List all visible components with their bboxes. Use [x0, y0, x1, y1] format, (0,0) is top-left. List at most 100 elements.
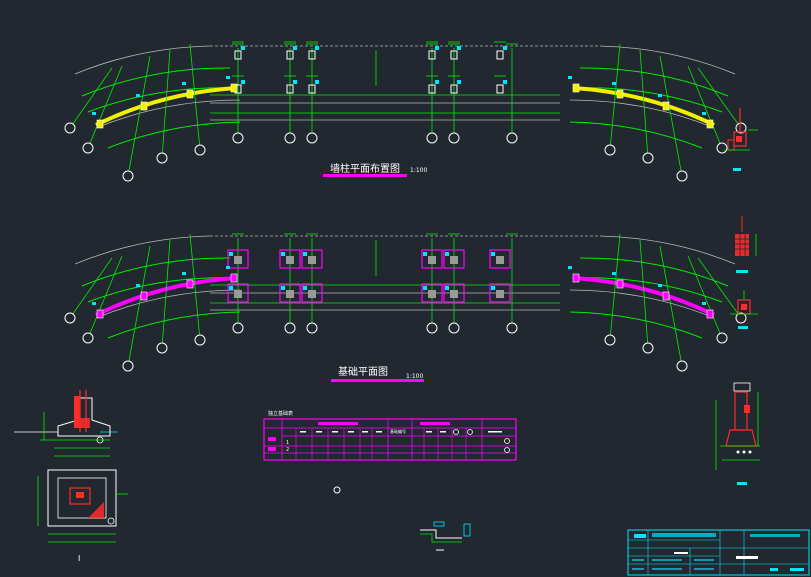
footing-column — [496, 290, 504, 298]
axis-bubble — [122, 360, 134, 372]
footing-tag — [491, 286, 495, 290]
axis-bubble — [82, 332, 94, 344]
axis-bubble — [676, 360, 688, 372]
table-header-code: 基础编号 — [390, 428, 406, 434]
axis-bubble — [506, 322, 518, 334]
axis-bubble — [676, 170, 688, 182]
wall-column — [96, 119, 104, 129]
axis-bubble — [716, 332, 728, 344]
table-row-label-1: 1 — [286, 440, 289, 446]
top-plan-title: 墙柱平面布置图 — [330, 162, 400, 175]
axis-bubble — [194, 334, 206, 346]
column-tag — [293, 80, 297, 84]
wall-column — [186, 89, 194, 99]
axis-bubble — [604, 334, 616, 346]
wall-column — [230, 273, 238, 283]
detail-mark-label: I — [78, 554, 80, 563]
wall-column-tag — [226, 76, 230, 79]
wall-column — [706, 119, 714, 129]
axis-bubble — [642, 342, 654, 354]
wall-column — [616, 279, 624, 289]
wall-column — [96, 309, 104, 319]
axis-bubble — [506, 132, 518, 144]
wall-column-tag — [568, 266, 572, 269]
footing-column — [234, 290, 242, 298]
wall-column-tag — [182, 272, 186, 275]
footing-tag — [445, 252, 449, 256]
column-tag — [435, 80, 439, 84]
footing-column — [450, 290, 458, 298]
axis-bubble — [64, 122, 76, 134]
axis-bubble — [156, 342, 168, 354]
wall-column-tag — [658, 284, 662, 287]
column-tag — [315, 46, 319, 50]
column-tag — [315, 80, 319, 84]
axis-bubble — [716, 142, 728, 154]
axis-bubble — [306, 322, 318, 334]
bottom-plan-scale: 1:100 — [406, 373, 423, 380]
wall-column-tag — [226, 266, 230, 269]
wall-column-tag — [612, 272, 616, 275]
footing-column — [450, 256, 458, 264]
footing-tag — [491, 252, 495, 256]
wall-column-tag — [702, 302, 706, 305]
footing-tag — [229, 252, 233, 256]
footing-column — [234, 256, 242, 264]
footing-tag — [445, 286, 449, 290]
wall-column — [230, 83, 238, 93]
footing-column — [428, 256, 436, 264]
wall-column — [706, 309, 714, 319]
wall-column — [572, 273, 580, 283]
footing-column — [286, 256, 294, 264]
wall-column — [140, 291, 148, 301]
wall-column — [662, 291, 670, 301]
column-tag — [293, 46, 297, 50]
axis-bubble — [448, 322, 460, 334]
axis-bubble — [642, 152, 654, 164]
wall-column-tag — [136, 284, 140, 287]
wall-column-tag — [568, 76, 572, 79]
wall-column-tag — [92, 112, 96, 115]
wall-column-tag — [612, 82, 616, 85]
footing-tag — [423, 252, 427, 256]
column-tag — [435, 46, 439, 50]
axis-bubble — [194, 144, 206, 156]
axis-bubble — [448, 132, 460, 144]
axis-bubble — [284, 322, 296, 334]
column-tag — [241, 80, 245, 84]
bottom-plan-title: 基础平面图 — [338, 365, 388, 378]
footing-tag — [423, 286, 427, 290]
top-plan-title-underline — [323, 174, 407, 177]
footing-tag — [303, 252, 307, 256]
column-tag — [457, 46, 461, 50]
footing-column — [428, 290, 436, 298]
column-tag — [241, 46, 245, 50]
table-title: 独立基础表 — [268, 410, 293, 417]
axis-bubble — [82, 142, 94, 154]
axis-bubble — [306, 132, 318, 144]
wall-column-tag — [702, 112, 706, 115]
footing-column — [286, 290, 294, 298]
table-row-label-2: 2 — [286, 447, 289, 453]
wall-column-tag — [182, 82, 186, 85]
axis-bubble — [64, 312, 76, 324]
axis-bubble — [232, 132, 244, 144]
axis-bubble — [122, 170, 134, 182]
drawing-background — [0, 0, 811, 577]
axis-bubble — [156, 152, 168, 164]
column-tag — [503, 46, 507, 50]
axis-bubble — [232, 322, 244, 334]
axis-bubble — [604, 144, 616, 156]
bottom-plan-title-underline — [331, 379, 424, 382]
footing-tag — [281, 252, 285, 256]
wall-column — [572, 83, 580, 93]
column-tag — [457, 80, 461, 84]
footing-column — [308, 256, 316, 264]
footing-tag — [303, 286, 307, 290]
top-plan-scale: 1:100 — [410, 167, 427, 174]
axis-bubble — [426, 132, 438, 144]
cad-drawing-canvas: 墙柱平面布置图 1:100 基础平面图 1:100 独立基础表 基础编号 1 2 — [0, 0, 811, 577]
footing-tag — [281, 286, 285, 290]
column-tag — [503, 80, 507, 84]
wall-column — [140, 101, 148, 111]
